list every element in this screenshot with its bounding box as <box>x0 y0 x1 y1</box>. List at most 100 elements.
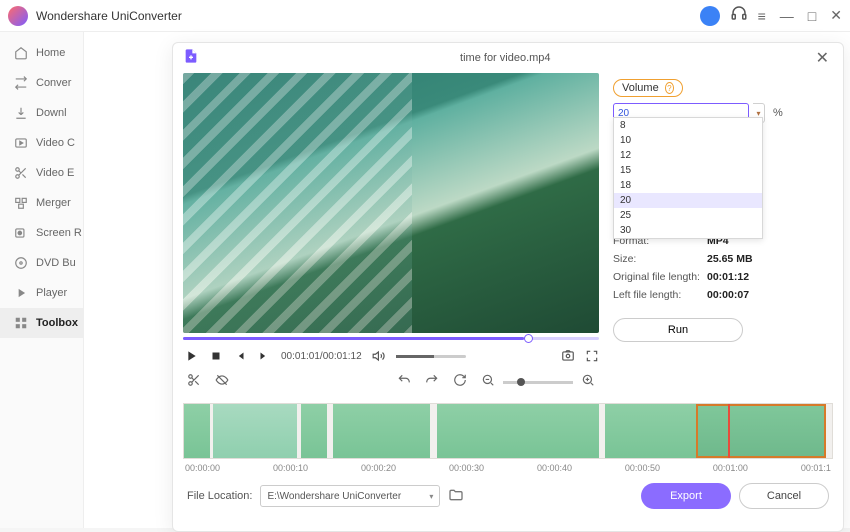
sidebar-item-label: Player <box>36 287 67 299</box>
modal-footer: File Location: E:\Wondershare UniConvert… <box>173 473 843 519</box>
close-modal-button[interactable]: ✕ <box>812 48 833 68</box>
tick-label: 00:00:20 <box>361 463 396 473</box>
hide-tool-icon[interactable] <box>215 373 229 392</box>
timeline-clip-selected[interactable] <box>696 404 826 458</box>
tick-label: 00:00:50 <box>625 463 660 473</box>
close-window-button[interactable]: ✕ <box>830 7 842 24</box>
sidebar-item-label: Downl <box>36 107 67 119</box>
help-icon[interactable]: ? <box>665 82 674 94</box>
zoom-in-icon[interactable] <box>581 373 595 392</box>
sidebar-item-player[interactable]: Player <box>0 278 83 308</box>
reset-icon[interactable] <box>453 373 467 392</box>
sidebar-item-downloader[interactable]: Downl <box>0 98 83 128</box>
sidebar-item-label: Home <box>36 47 65 59</box>
volume-slider[interactable] <box>396 355 466 358</box>
sidebar-item-toolbox[interactable]: Toolbox <box>0 308 83 338</box>
timeline-clip[interactable] <box>333 404 430 458</box>
timeline-clip[interactable] <box>437 404 599 458</box>
play-icon <box>14 286 28 300</box>
zoom-slider[interactable] <box>503 381 573 384</box>
volume-option[interactable]: 30 <box>614 223 762 238</box>
merge-icon <box>14 196 28 210</box>
info-key: Original file length: <box>613 269 707 287</box>
undo-icon[interactable] <box>397 373 411 392</box>
timecode: 00:01:01/00:01:12 <box>281 351 362 362</box>
snapshot-icon[interactable] <box>561 349 575 363</box>
sidebar-item-label: Screen R <box>36 227 82 239</box>
open-folder-icon[interactable] <box>448 487 464 506</box>
seek-slider[interactable] <box>183 333 599 343</box>
cancel-button[interactable]: Cancel <box>739 483 829 509</box>
prev-frame-button[interactable] <box>233 349 247 363</box>
modal-title: time for video.mp4 <box>199 52 812 64</box>
cut-tool-icon[interactable] <box>187 373 201 392</box>
timeline[interactable] <box>183 403 833 459</box>
file-location-select[interactable]: E:\Wondershare UniConverter ▾ <box>260 485 440 507</box>
sidebar-item-screenrecorder[interactable]: Screen R <box>0 218 83 248</box>
sidebar-item-label: DVD Bu <box>36 257 76 269</box>
fullscreen-icon[interactable] <box>585 349 599 363</box>
add-file-icon[interactable] <box>183 48 199 69</box>
volume-option[interactable]: 18 <box>614 178 762 193</box>
compress-icon <box>14 136 28 150</box>
export-button[interactable]: Export <box>641 483 731 509</box>
timeline-clip[interactable] <box>213 404 297 458</box>
sidebar-item-dvdburner[interactable]: DVD Bu <box>0 248 83 278</box>
volume-option[interactable]: 12 <box>614 148 762 163</box>
sidebar-item-converter[interactable]: Conver <box>0 68 83 98</box>
info-val: 25.65 MB <box>707 253 753 265</box>
next-frame-button[interactable] <box>257 349 271 363</box>
info-val: 00:00:07 <box>707 289 749 301</box>
sidebar-item-label: Video C <box>36 137 75 149</box>
volume-option[interactable]: 8 <box>614 118 762 133</box>
volume-option[interactable]: 10 <box>614 133 762 148</box>
redo-icon[interactable] <box>425 373 439 392</box>
minimize-button[interactable]: — <box>780 8 794 24</box>
mute-icon[interactable] <box>372 349 386 363</box>
info-val: 00:01:12 <box>707 271 749 283</box>
titlebar: Wondershare UniConverter ≡ — □ ✕ <box>0 0 850 32</box>
grid-icon <box>14 316 28 330</box>
sidebar-item-videoeditor[interactable]: Video E <box>0 158 83 188</box>
info-key: Left file length: <box>613 287 707 305</box>
sidebar-item-videocompress[interactable]: Video C <box>0 128 83 158</box>
volume-option[interactable]: 25 <box>614 208 762 223</box>
volume-option[interactable]: 20 <box>614 193 762 208</box>
menu-icon[interactable]: ≡ <box>758 8 766 24</box>
editor-modal: time for video.mp4 ✕ 00:01:01/00:01:12 <box>172 42 844 532</box>
run-button[interactable]: Run <box>613 318 743 342</box>
playhead[interactable] <box>728 403 730 458</box>
sidebar-item-merger[interactable]: Merger <box>0 188 83 218</box>
timeline-ticks: 00:00:00 00:00:10 00:00:20 00:00:30 00:0… <box>183 459 833 473</box>
disc-icon <box>14 256 28 270</box>
volume-label-chip: Volume ? <box>613 79 683 97</box>
sidebar: Home Conver Downl Video C Video E Merger… <box>0 32 84 528</box>
scissors-icon <box>14 166 28 180</box>
maximize-button[interactable]: □ <box>808 8 816 24</box>
timeline-clip[interactable] <box>184 404 210 458</box>
account-avatar-icon[interactable] <box>700 6 720 26</box>
video-preview[interactable] <box>183 73 599 333</box>
sidebar-item-home[interactable]: Home <box>0 38 83 68</box>
settings-panel: Volume ? ▾ % 8 10 12 15 18 20 <box>613 73 833 395</box>
sidebar-item-label: Video E <box>36 167 74 179</box>
timeline-area: 00:00:00 00:00:10 00:00:20 00:00:30 00:0… <box>173 395 843 473</box>
zoom-out-icon[interactable] <box>481 373 495 392</box>
app-logo-icon <box>8 6 28 26</box>
sidebar-item-label: Conver <box>36 77 71 89</box>
info-key: Size: <box>613 251 707 269</box>
preview-column: 00:01:01/00:01:12 <box>183 73 599 395</box>
volume-unit: % <box>773 107 783 119</box>
volume-option[interactable]: 15 <box>614 163 762 178</box>
sidebar-item-label: Merger <box>36 197 71 209</box>
tick-label: 00:00:10 <box>273 463 308 473</box>
support-headset-icon[interactable] <box>730 4 748 27</box>
stop-button[interactable] <box>209 349 223 363</box>
tick-label: 00:01:1 <box>801 463 831 473</box>
play-button[interactable] <box>183 348 199 364</box>
timeline-clip[interactable] <box>605 404 696 458</box>
file-info: Format:MP4 Size:25.65 MB Original file l… <box>613 233 833 304</box>
timeline-clip[interactable] <box>301 404 327 458</box>
tick-label: 00:00:00 <box>185 463 220 473</box>
file-location-value: E:\Wondershare UniConverter <box>267 491 401 502</box>
